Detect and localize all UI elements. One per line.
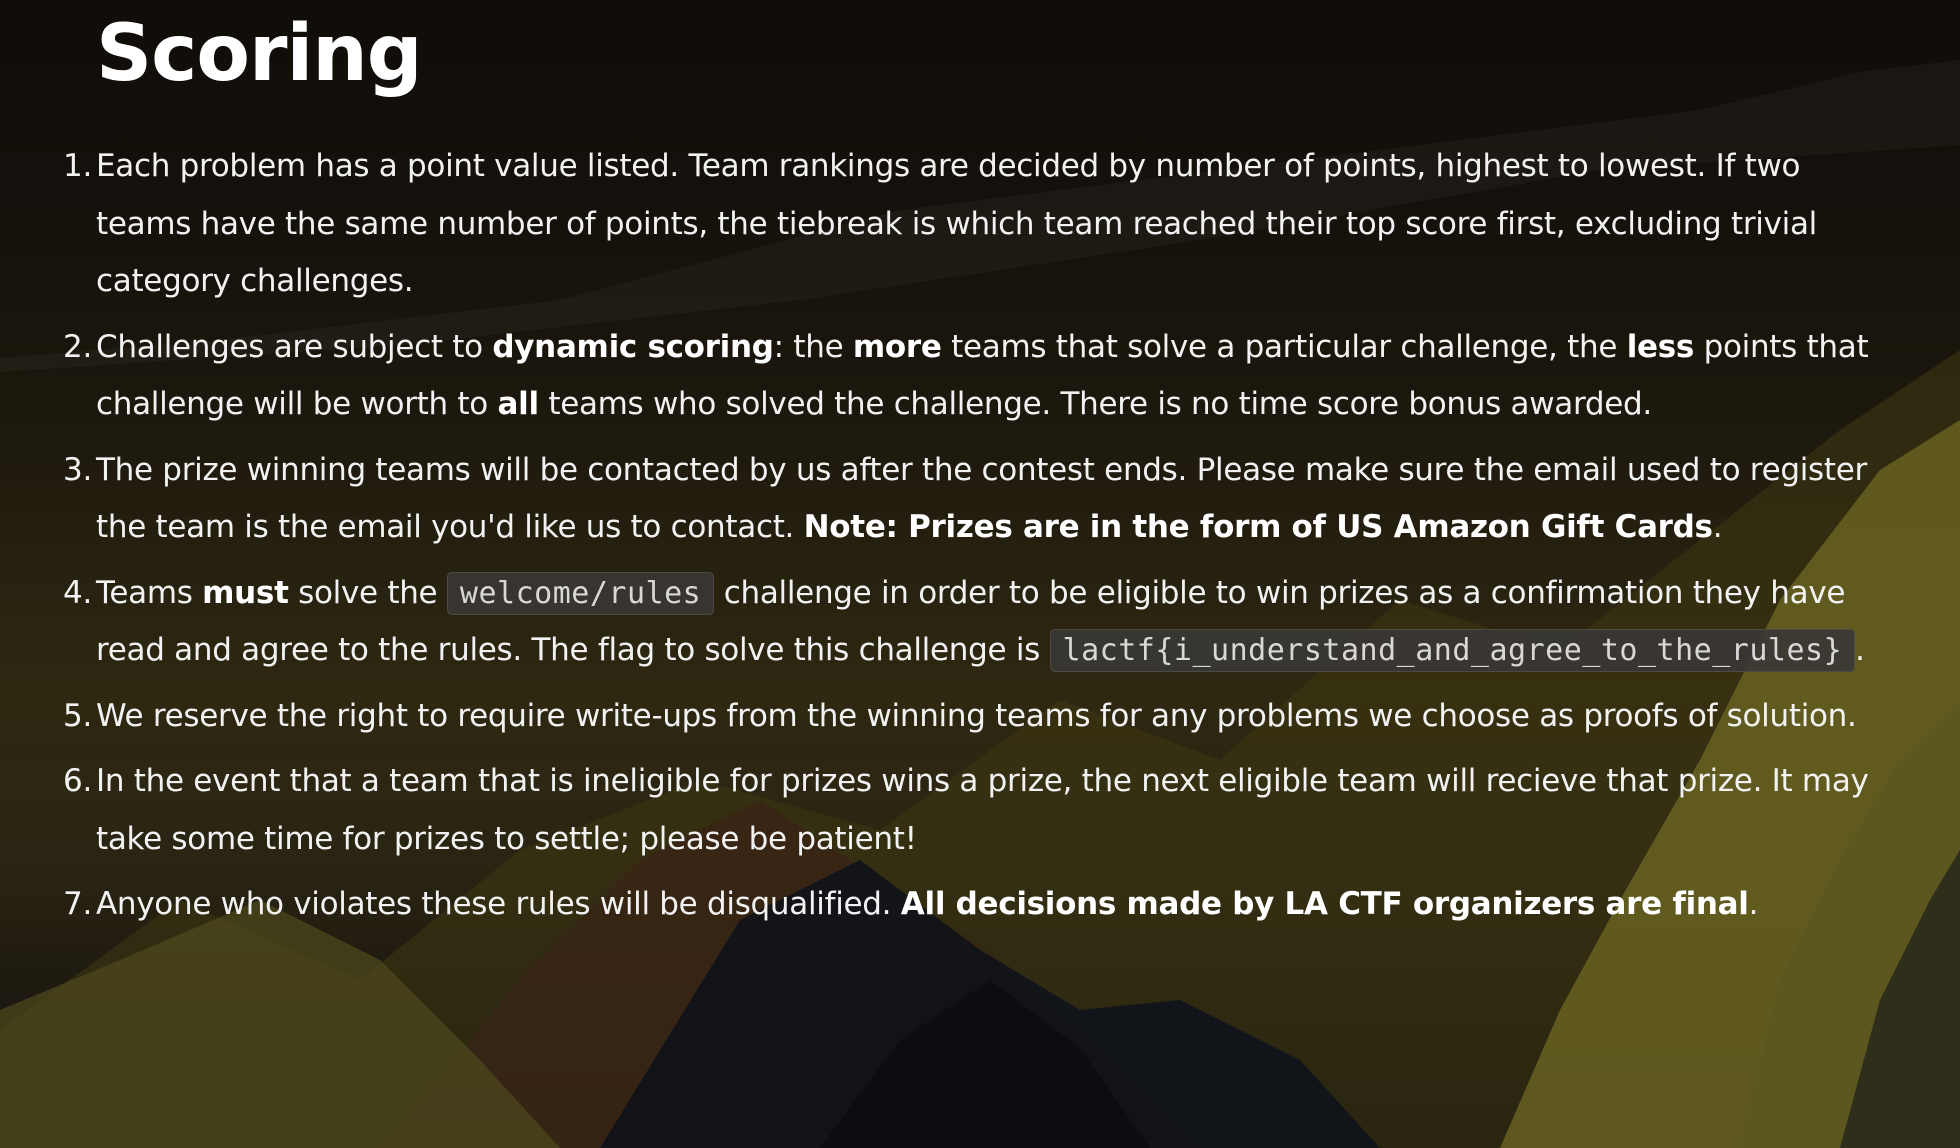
rule-text: In the event that a team that is ineligi… [96,763,1869,857]
emphasis-less: less [1626,328,1695,365]
rule-text: Teams [96,574,203,611]
scoring-section: Scoring 1. Each problem has a point valu… [0,0,1960,1148]
rule-text: Anyone who violates these rules will be … [96,886,901,922]
rule-text: : the [773,328,853,365]
rule-number: 1. [63,148,92,184]
rule-text: . [1712,509,1723,545]
emphasis-dynamic-scoring: dynamic scoring [492,328,774,365]
rule-6: 6. In the event that a team that is inel… [63,753,1888,868]
rule-4: 4. Teams must solve the welcome/rules ch… [63,565,1888,680]
rule-number: 2. [63,328,92,365]
rule-1: 1. Each problem has a point value listed… [63,138,1888,311]
rule-text: Each problem has a point value listed. T… [96,148,1817,299]
emphasis-final: All decisions made by LA CTF organizers … [900,886,1749,922]
rule-7: 7. Anyone who violates these rules will … [63,876,1888,934]
rule-text: solve the [288,574,447,611]
rule-number: 6. [63,763,92,799]
rule-number: 4. [63,574,92,611]
rule-text: teams who solved the challenge. There is… [538,386,1652,422]
rule-2: 2. Challenges are subject to dynamic sco… [63,319,1888,434]
page-title: Scoring [96,9,423,99]
code-challenge-name[interactable]: welcome/rules [446,571,715,615]
emphasis-must: must [202,574,289,611]
rule-text: . [1855,632,1865,668]
code-flag[interactable]: lactf{i_understand_and_agree_to_the_rule… [1049,629,1856,672]
emphasis-all: all [497,386,540,422]
rule-number: 3. [63,451,92,488]
rule-text: teams that solve a particular challenge,… [941,328,1627,365]
rules-list: 1. Each problem has a point value listed… [63,138,1888,942]
rule-5: 5. We reserve the right to require write… [63,688,1888,746]
emphasis-prize-note: Note: Prizes are in the form of US Amazo… [803,509,1713,545]
rule-number: 7. [63,886,92,922]
rule-text: Challenges are subject to [96,328,493,365]
rule-text: We reserve the right to require write-up… [96,697,1857,734]
rule-text: . [1748,886,1759,922]
rule-number: 5. [63,697,92,734]
emphasis-more: more [852,328,942,365]
rule-3: 3. The prize winning teams will be conta… [63,442,1888,557]
